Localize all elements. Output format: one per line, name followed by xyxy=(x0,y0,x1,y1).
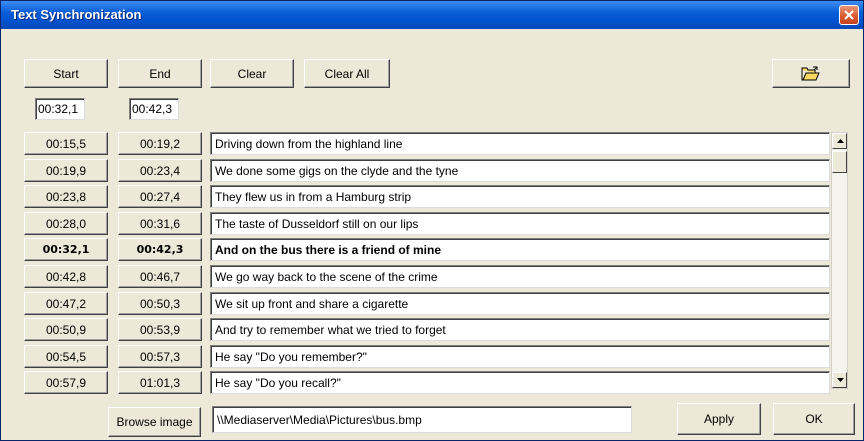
scroll-down-button[interactable] xyxy=(832,372,847,388)
row-start-button[interactable]: 00:19,9 xyxy=(24,159,108,182)
window-title: Text Synchronization xyxy=(11,7,142,22)
row-end-button[interactable]: 00:53,9 xyxy=(118,318,202,341)
row-lyric-field[interactable]: They flew us in from a Hamburg strip xyxy=(210,185,830,208)
row-start-button[interactable]: 00:28,0 xyxy=(24,212,108,235)
row-start-button[interactable]: 00:32,1 xyxy=(24,238,108,261)
dialog-body: Start End Clear Clear All 00:32,1 00:42,… xyxy=(4,29,860,437)
row-start-button[interactable]: 00:42,8 xyxy=(24,265,108,288)
row-start-button[interactable]: 00:47,2 xyxy=(24,292,108,315)
scroll-thumb[interactable] xyxy=(832,151,847,173)
image-path-field[interactable]: \\Mediaserver\Media\Pictures\bus.bmp xyxy=(212,406,632,433)
row-end-button[interactable]: 00:50,3 xyxy=(118,292,202,315)
text-sync-window: Text Synchronization Start End Clear Cle… xyxy=(0,0,864,441)
current-start-field[interactable]: 00:32,1 xyxy=(35,98,85,120)
row-end-button[interactable]: 00:23,4 xyxy=(118,159,202,182)
row-lyric-field[interactable]: The taste of Dusseldorf still on our lip… xyxy=(210,212,830,235)
title-bar[interactable]: Text Synchronization xyxy=(1,1,863,29)
ok-button[interactable]: OK xyxy=(773,403,855,435)
clear-all-button[interactable]: Clear All xyxy=(304,59,390,88)
end-button[interactable]: End xyxy=(118,59,202,88)
row-lyric-field[interactable]: And try to remember what we tried to for… xyxy=(210,318,830,341)
row-end-button[interactable]: 00:46,7 xyxy=(118,265,202,288)
row-start-button[interactable]: 00:15,5 xyxy=(24,132,108,155)
row-lyric-field[interactable]: We go way back to the scene of the crime xyxy=(210,265,830,288)
scroll-up-button[interactable] xyxy=(832,133,847,149)
apply-button[interactable]: Apply xyxy=(677,403,761,435)
row-start-button[interactable]: 00:23,8 xyxy=(24,185,108,208)
row-start-button[interactable]: 00:57,9 xyxy=(24,371,108,394)
row-end-button[interactable]: 00:19,2 xyxy=(118,132,202,155)
row-end-button[interactable]: 00:57,3 xyxy=(118,345,202,368)
row-lyric-field[interactable]: He say "Do you recall?" xyxy=(210,371,830,394)
row-lyric-field[interactable]: We sit up front and share a cigarette xyxy=(210,292,830,315)
row-start-button[interactable]: 00:54,5 xyxy=(24,345,108,368)
open-file-button[interactable] xyxy=(772,59,850,88)
row-lyric-field[interactable]: Driving down from the highland line xyxy=(210,132,830,155)
close-icon xyxy=(844,10,854,20)
row-lyric-field[interactable]: And on the bus there is a friend of mine xyxy=(210,238,830,261)
row-lyric-field[interactable]: We done some gigs on the clyde and the t… xyxy=(210,159,830,182)
row-end-button[interactable]: 01:01,3 xyxy=(118,371,202,394)
row-start-button[interactable]: 00:50,9 xyxy=(24,318,108,341)
start-button[interactable]: Start xyxy=(24,59,108,88)
row-end-button[interactable]: 00:31,6 xyxy=(118,212,202,235)
arrow-up-icon xyxy=(837,139,844,143)
current-end-field[interactable]: 00:42,3 xyxy=(129,98,179,120)
row-end-button[interactable]: 00:42,3 xyxy=(118,238,202,261)
row-end-button[interactable]: 00:27,4 xyxy=(118,185,202,208)
row-lyric-field[interactable]: He say "Do you remember?" xyxy=(210,345,830,368)
close-button[interactable] xyxy=(839,5,859,25)
clear-button[interactable]: Clear xyxy=(210,59,294,88)
open-folder-icon xyxy=(801,66,820,80)
browse-image-button[interactable]: Browse image xyxy=(108,407,201,437)
arrow-down-icon xyxy=(837,378,844,382)
lyrics-scrollbar[interactable] xyxy=(831,132,848,389)
